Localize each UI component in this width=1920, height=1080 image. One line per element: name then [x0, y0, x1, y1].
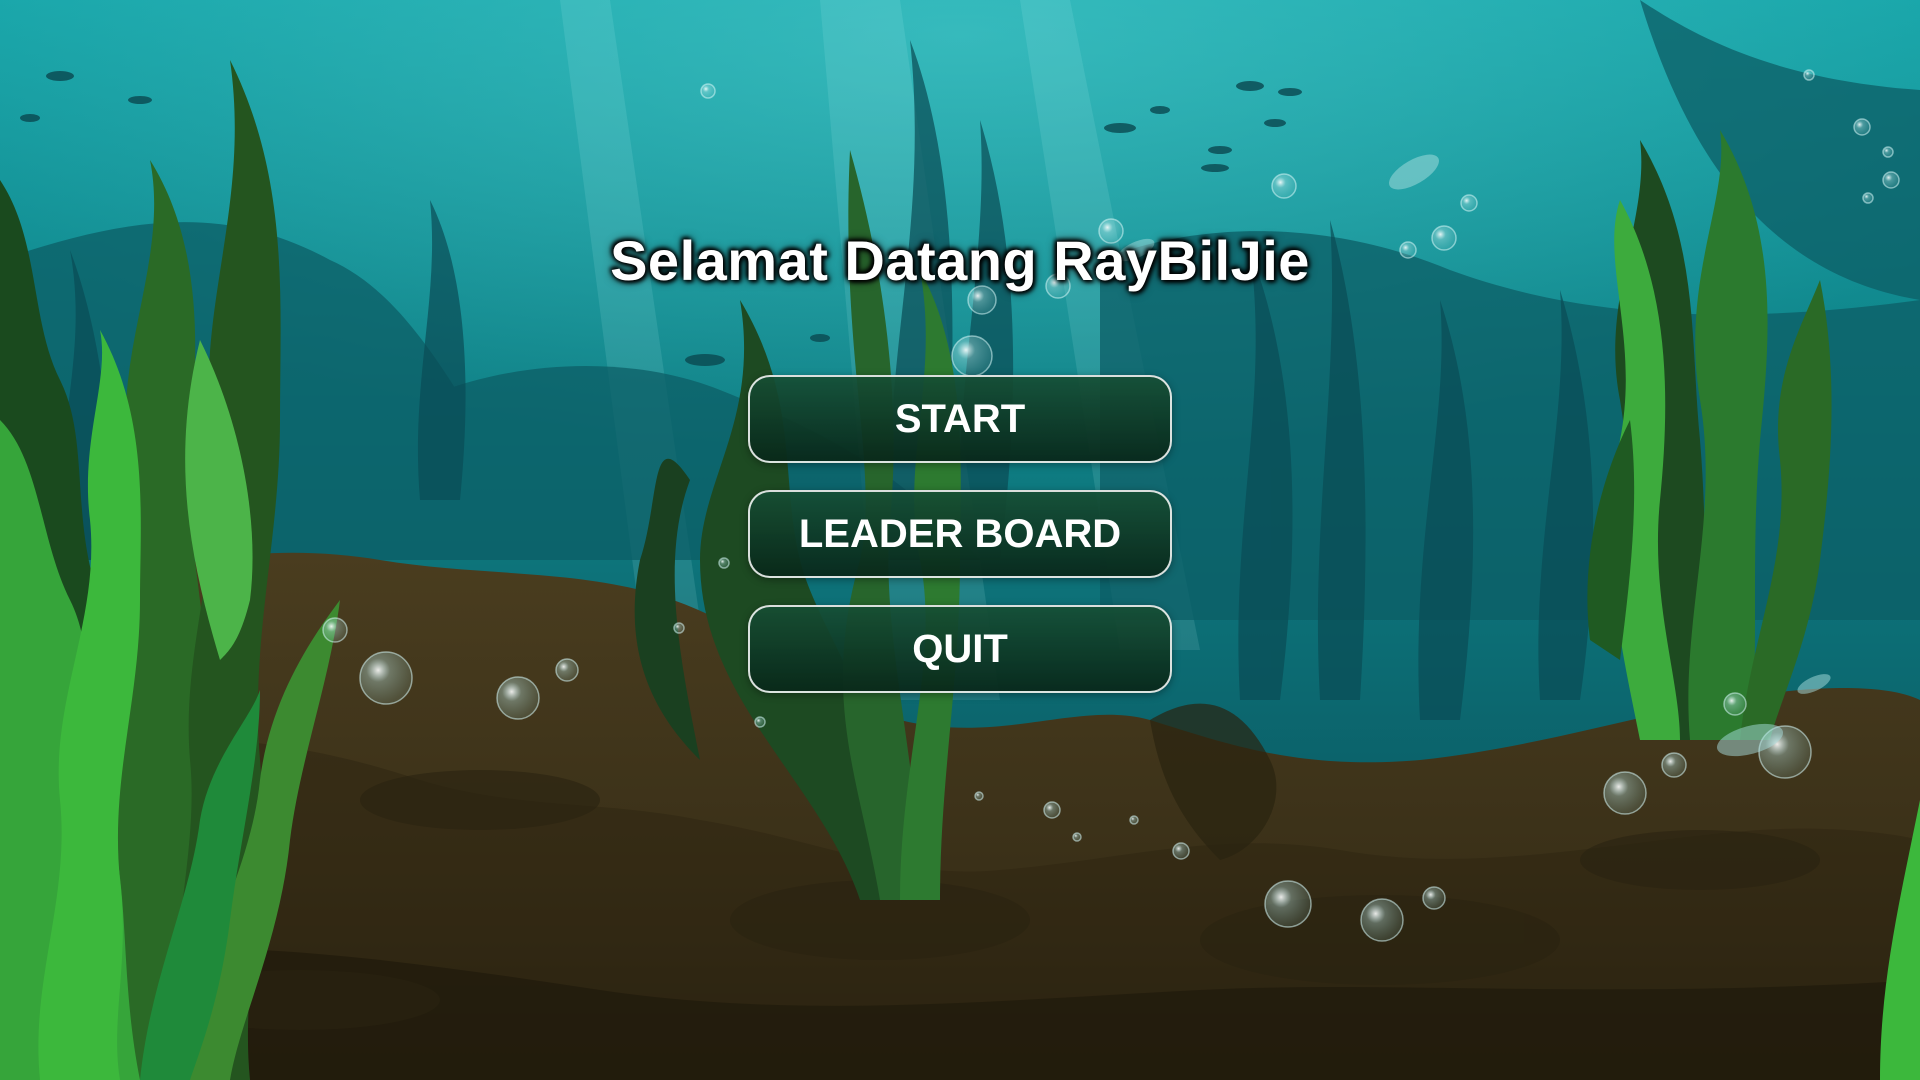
leaderboard-button[interactable]: LEADER BOARD	[748, 490, 1172, 578]
start-button-label: START	[894, 396, 1026, 441]
welcome-title: Selamat Datang RayBilJie	[610, 229, 1310, 292]
leaderboard-button-label: LEADER BOARD	[798, 511, 1122, 556]
quit-button[interactable]: QUIT	[748, 605, 1172, 693]
quit-button-label: QUIT	[912, 626, 1008, 671]
start-button[interactable]: START	[748, 375, 1172, 463]
